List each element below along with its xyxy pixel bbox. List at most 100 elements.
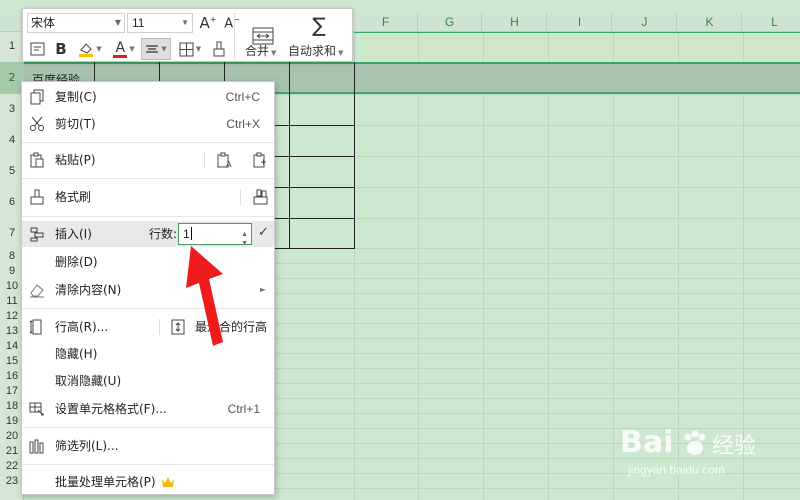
menu-item-clear-contents[interactable]: 清除内容(N) ► (22, 277, 274, 303)
chevron-down-icon: ▼ (129, 45, 135, 53)
column-header-l[interactable]: L (743, 13, 800, 32)
rows-count-label: 行数: (149, 227, 178, 241)
rows-count-input[interactable]: 1 ▲ ▼ (178, 223, 252, 247)
crown-icon (162, 477, 174, 487)
paste-special-icon[interactable] (252, 152, 268, 168)
selection-top-border (354, 32, 800, 62)
menu-label-hide: 隐藏(H) (55, 347, 98, 361)
column-header-j[interactable]: J (613, 13, 677, 32)
autosum-text: 自动求和 (288, 44, 337, 58)
wrap-text-icon (30, 42, 44, 56)
insert-row-icon (30, 227, 44, 242)
scissors-icon (30, 116, 44, 131)
menu-divider (22, 308, 274, 309)
menu-label-cut: 剪切(T) (55, 117, 96, 131)
font-size-value: 11 (132, 16, 145, 30)
format-cells-icon (29, 402, 44, 416)
menu-label-paste: 粘贴(P) (55, 153, 96, 167)
table-border (275, 156, 355, 157)
format-painter-button[interactable] (209, 38, 229, 60)
table-border (275, 187, 355, 188)
menu-item-insert[interactable]: 插入(I) 行数: 1 ▲ ▼ ✓ (22, 221, 274, 247)
increase-font-size-button[interactable]: A+ (197, 12, 219, 34)
font-decrease-icon: A− (224, 14, 240, 32)
menu-item-paste[interactable]: 粘贴(P) A (22, 147, 274, 173)
font-name-value: 宋体 (31, 16, 56, 30)
chevron-down-icon: ▼ (195, 45, 202, 53)
gridline (418, 32, 419, 500)
mini-toolbar: 宋体 ▼ 11 ▼ A+ A− B ▼ A ▼ ▼ ▼ 合并 ▼ ∑ 自动求和 … (22, 8, 353, 62)
watermark-brand-b: 经验 (712, 434, 757, 459)
menu-label-insert: 插入(I) (55, 227, 92, 241)
menu-label-clear-contents: 清除内容(N) (55, 283, 122, 297)
menu-label-delete: 删除(D) (55, 255, 98, 269)
font-size-select[interactable]: 11 ▼ (127, 13, 193, 33)
shortcut-cut: Ctrl+X (226, 117, 260, 131)
menu-item-copy[interactable]: 复制(C) Ctrl+C (22, 84, 274, 110)
fill-color-icon (79, 43, 94, 57)
decrease-font-size-button[interactable]: A− (221, 12, 243, 34)
multi-brush-icon[interactable] (252, 189, 268, 205)
table-border (275, 248, 355, 249)
column-header-h[interactable]: H (483, 13, 547, 32)
borders-icon (179, 42, 194, 56)
column-header-k[interactable]: K (678, 13, 742, 32)
menu-item-filter-columns[interactable]: 筛选列(L)... (22, 433, 274, 459)
menu-divider (22, 464, 274, 465)
bold-button[interactable]: B (51, 38, 71, 60)
merge-text: 合并 (245, 44, 270, 58)
paste-icon (30, 152, 44, 168)
gridline (483, 32, 484, 500)
menu-item-row-height[interactable]: 行高(R)... 最适合的行高 (22, 314, 274, 340)
wrap-button[interactable] (27, 38, 47, 60)
chevron-down-icon: ▼ (338, 49, 344, 57)
watermark-logo: Bai (620, 425, 673, 460)
menu-item-format-painter[interactable]: 格式刷 (22, 184, 274, 210)
gridline (613, 32, 614, 500)
menu-label-format-painter: 格式刷 (55, 190, 92, 204)
borders-button[interactable]: ▼ (175, 38, 205, 60)
annotation-arrow-icon (186, 246, 223, 346)
paste-values-icon[interactable]: A (217, 152, 233, 168)
toolbar-divider (234, 13, 235, 59)
menu-divider (204, 152, 205, 168)
menu-divider (159, 319, 160, 335)
menu-label-batch-process: 批量处理单元格(P) (55, 475, 156, 489)
merge-label: 合并 ▼ (245, 42, 276, 59)
menu-item-cut[interactable]: 剪切(T) Ctrl+X (22, 111, 274, 137)
submenu-arrow-icon: ► (259, 285, 266, 294)
menu-item-hide[interactable]: 隐藏(H) (22, 341, 274, 367)
menu-item-unhide[interactable]: 取消隐藏(U) (22, 368, 274, 394)
autosum-button[interactable]: ∑ (291, 12, 347, 38)
chevron-down-icon: ▼ (114, 18, 121, 27)
watermark-url: jingyan.baidu.com (628, 463, 725, 477)
column-header-f[interactable]: F (354, 13, 418, 32)
font-color-button[interactable]: A ▼ (109, 38, 139, 60)
menu-label-filter-columns: 筛选列(L)... (55, 439, 119, 453)
font-color-swatch (113, 55, 128, 58)
font-name-select[interactable]: 宋体 ▼ (27, 13, 125, 33)
menu-item-format-cells[interactable]: 设置单元格格式(F)... Ctrl+1 (22, 396, 274, 422)
brush-icon (30, 189, 44, 205)
menu-divider (22, 427, 274, 428)
menu-item-delete[interactable]: 删除(D) (22, 249, 274, 275)
table-border (275, 125, 355, 126)
watermark-brand-a: Bai (620, 425, 674, 460)
align-button[interactable]: ▼ (141, 38, 171, 60)
font-color-icon: A (113, 40, 128, 58)
menu-label-copy: 复制(C) (55, 90, 97, 104)
menu-item-batch-process[interactable]: 批量处理单元格(P) (22, 469, 274, 495)
column-header-g[interactable]: G (418, 13, 482, 32)
table-border (275, 218, 355, 219)
text-cursor (190, 227, 192, 240)
menu-label-row-height: 行高(R)... (55, 320, 109, 334)
column-header-i[interactable]: I (548, 13, 612, 32)
row-height-icon (29, 319, 42, 335)
menu-divider (22, 142, 274, 143)
chevron-down-icon: ▼ (271, 49, 277, 57)
chevron-down-icon: ▼ (96, 45, 102, 53)
confirm-check-icon[interactable]: ✓ (258, 225, 269, 240)
row-header-1[interactable]: 1 (0, 40, 24, 52)
fill-color-button[interactable]: ▼ (75, 38, 105, 60)
menu-divider (22, 178, 274, 179)
